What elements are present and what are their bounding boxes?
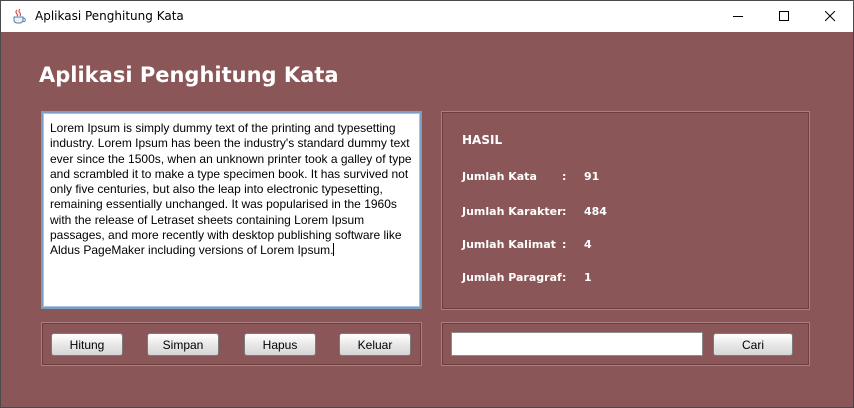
stat-separator: : [562, 271, 567, 284]
hasil-title: HASIL [462, 133, 503, 147]
app-window: Aplikasi Penghitung Kata Aplikasi Penghi… [0, 0, 854, 408]
stat-label-kalimat: Jumlah Kalimat [462, 238, 556, 251]
minimize-button[interactable] [715, 1, 761, 32]
stat-value-karakter: 484 [584, 205, 607, 218]
close-button[interactable] [807, 1, 853, 32]
simpan-button[interactable]: Simpan [147, 333, 219, 356]
text-input-area[interactable]: Lorem Ipsum is simply dummy text of the … [41, 111, 422, 309]
stat-value-paragraf: 1 [584, 271, 592, 284]
page-title: Aplikasi Penghitung Kata [39, 63, 339, 87]
stat-label-karakter: Jumlah Karakter [462, 205, 563, 218]
stat-value-kalimat: 4 [584, 238, 592, 251]
stat-label-paragraf: Jumlah Paragraf [462, 271, 562, 284]
stat-separator: : [562, 170, 567, 183]
title-bar[interactable]: Aplikasi Penghitung Kata [1, 1, 853, 32]
stat-value-kata: 91 [584, 170, 600, 183]
maximize-icon [778, 7, 790, 26]
stat-separator: : [562, 238, 567, 251]
java-coffee-cup-icon [11, 8, 28, 25]
keluar-button[interactable]: Keluar [339, 333, 411, 356]
maximize-button[interactable] [761, 1, 807, 32]
cari-button[interactable]: Cari [713, 333, 793, 356]
text-caret [333, 243, 335, 257]
input-text: Lorem Ipsum is simply dummy text of the … [50, 121, 415, 258]
close-icon [824, 7, 836, 26]
minimize-icon [732, 7, 744, 26]
hitung-button[interactable]: Hitung [51, 333, 123, 356]
stat-separator: : [562, 205, 567, 218]
search-input[interactable] [451, 332, 703, 356]
window-title: Aplikasi Penghitung Kata [35, 9, 184, 23]
hapus-button[interactable]: Hapus [244, 333, 316, 356]
stat-label-kata: Jumlah Kata [462, 170, 537, 183]
